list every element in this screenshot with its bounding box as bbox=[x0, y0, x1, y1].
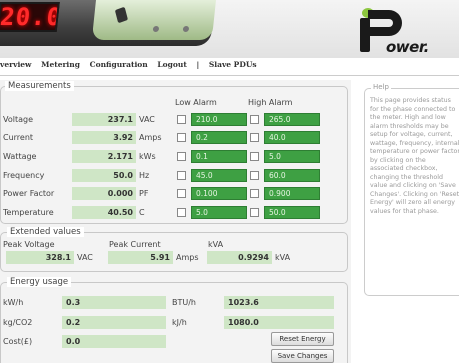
ipower-logo: ower. bbox=[360, 8, 450, 56]
extended-legend: Extended values bbox=[7, 227, 84, 237]
energy-legend: Energy usage bbox=[7, 277, 72, 287]
device-image: 20.0 bbox=[0, 0, 216, 46]
nav-slave-pdus[interactable]: Slave PDUs bbox=[209, 60, 257, 69]
wattage-low-checkbox[interactable] bbox=[177, 152, 186, 161]
kj-label: kJ/h bbox=[172, 318, 187, 327]
voltage-low-checkbox[interactable] bbox=[177, 115, 186, 124]
temperature-low-checkbox[interactable] bbox=[177, 208, 186, 217]
cost-label: Cost(£) bbox=[3, 337, 33, 346]
power-factor-high-input[interactable]: 0.900 bbox=[264, 187, 320, 200]
voltage-value: 237.1 bbox=[72, 113, 136, 126]
current-label: Current bbox=[3, 133, 34, 142]
temperature-label: Temperature bbox=[3, 208, 54, 217]
frequency-low-checkbox[interactable] bbox=[177, 171, 186, 180]
logo-p bbox=[368, 10, 402, 36]
cost-value: 0.0 bbox=[62, 335, 166, 348]
btu-value: 1023.6 bbox=[224, 296, 334, 309]
logo-text: ower. bbox=[386, 38, 429, 56]
nav-separator: | bbox=[196, 60, 200, 69]
wattage-unit: kWs bbox=[139, 152, 156, 161]
frequency-unit: Hz bbox=[139, 171, 150, 180]
low-alarm-header: Low Alarm bbox=[175, 98, 217, 107]
voltage-high-checkbox[interactable] bbox=[250, 115, 259, 124]
temperature-high-checkbox[interactable] bbox=[250, 208, 259, 217]
frequency-label: Frequency bbox=[3, 171, 45, 180]
high-alarm-header: High Alarm bbox=[248, 98, 293, 107]
co2-label: kg/CO2 bbox=[3, 318, 33, 327]
help-fieldset: Help This page provides status for the p… bbox=[364, 83, 459, 296]
current-unit: Amps bbox=[139, 133, 162, 142]
wattage-high-input[interactable]: 5.0 bbox=[264, 150, 320, 163]
help-text: This page provides status for the phase … bbox=[370, 97, 459, 215]
header-banner: 20.0 ower. bbox=[0, 0, 459, 58]
wattage-high-checkbox[interactable] bbox=[250, 152, 259, 161]
wattage-value: 2.171 bbox=[72, 150, 136, 163]
nav-configuration[interactable]: Configuration bbox=[90, 60, 148, 69]
kj-value: 1080.0 bbox=[224, 316, 334, 329]
nav-metering[interactable]: Metering bbox=[41, 60, 80, 69]
device-screw bbox=[152, 26, 160, 32]
current-low-input[interactable]: 0.2 bbox=[191, 131, 247, 144]
device-screw bbox=[182, 26, 190, 32]
temperature-low-input[interactable]: 5.0 bbox=[191, 206, 247, 219]
help-legend: Help bbox=[371, 83, 391, 91]
nav-divider bbox=[0, 75, 459, 76]
power-factor-low-input[interactable]: 0.100 bbox=[191, 187, 247, 200]
temperature-value: 40.50 bbox=[72, 206, 136, 219]
frequency-value: 50.0 bbox=[72, 169, 136, 182]
reset-energy-button[interactable]: Reset Energy bbox=[271, 332, 334, 346]
btu-label: BTU/h bbox=[172, 298, 196, 307]
power-factor-value: 0.000 bbox=[72, 187, 136, 200]
temperature-unit: C bbox=[139, 208, 145, 217]
current-high-input[interactable]: 40.0 bbox=[264, 131, 320, 144]
kwh-value: 0.3 bbox=[62, 296, 166, 309]
main-nav: verview Metering Configuration Logout | … bbox=[0, 60, 459, 74]
voltage-unit: VAC bbox=[139, 115, 155, 124]
power-factor-high-checkbox[interactable] bbox=[250, 189, 259, 198]
temperature-high-input[interactable]: 50.0 bbox=[264, 206, 320, 219]
kva-unit: kVA bbox=[275, 253, 291, 262]
frequency-low-input[interactable]: 45.0 bbox=[191, 169, 247, 182]
current-low-checkbox[interactable] bbox=[177, 133, 186, 142]
measurements-legend: Measurements bbox=[5, 81, 74, 91]
power-factor-unit: PF bbox=[139, 189, 149, 198]
kwh-label: kW/h bbox=[3, 298, 24, 307]
kva-value: 0.9294 bbox=[207, 251, 272, 264]
peak-voltage-value: 328.1 bbox=[6, 251, 74, 264]
peak-voltage-label: Peak Voltage bbox=[3, 240, 55, 249]
device-display: 20.0 bbox=[0, 2, 60, 32]
peak-voltage-unit: VAC bbox=[77, 253, 93, 262]
kva-label: kVA bbox=[208, 240, 224, 249]
save-changes-button[interactable]: Save Changes bbox=[271, 349, 334, 363]
current-high-checkbox[interactable] bbox=[250, 133, 259, 142]
voltage-low-input[interactable]: 210.0 bbox=[191, 113, 247, 126]
peak-current-value: 5.91 bbox=[108, 251, 173, 264]
nav-logout[interactable]: Logout bbox=[157, 60, 186, 69]
voltage-label: Voltage bbox=[3, 115, 34, 124]
power-factor-label: Power Factor bbox=[3, 189, 55, 198]
current-value: 3.92 bbox=[72, 131, 136, 144]
voltage-high-input[interactable]: 265.0 bbox=[264, 113, 320, 126]
frequency-high-input[interactable]: 60.0 bbox=[264, 169, 320, 182]
power-factor-low-checkbox[interactable] bbox=[177, 189, 186, 198]
nav-overview[interactable]: verview bbox=[0, 60, 32, 69]
device-knob bbox=[114, 6, 129, 24]
wattage-low-input[interactable]: 0.1 bbox=[191, 150, 247, 163]
device-panel bbox=[91, 0, 216, 40]
peak-current-unit: Amps bbox=[176, 253, 199, 262]
co2-value: 0.2 bbox=[62, 316, 166, 329]
wattage-label: Wattage bbox=[3, 152, 37, 161]
frequency-high-checkbox[interactable] bbox=[250, 171, 259, 180]
peak-current-label: Peak Current bbox=[109, 240, 161, 249]
